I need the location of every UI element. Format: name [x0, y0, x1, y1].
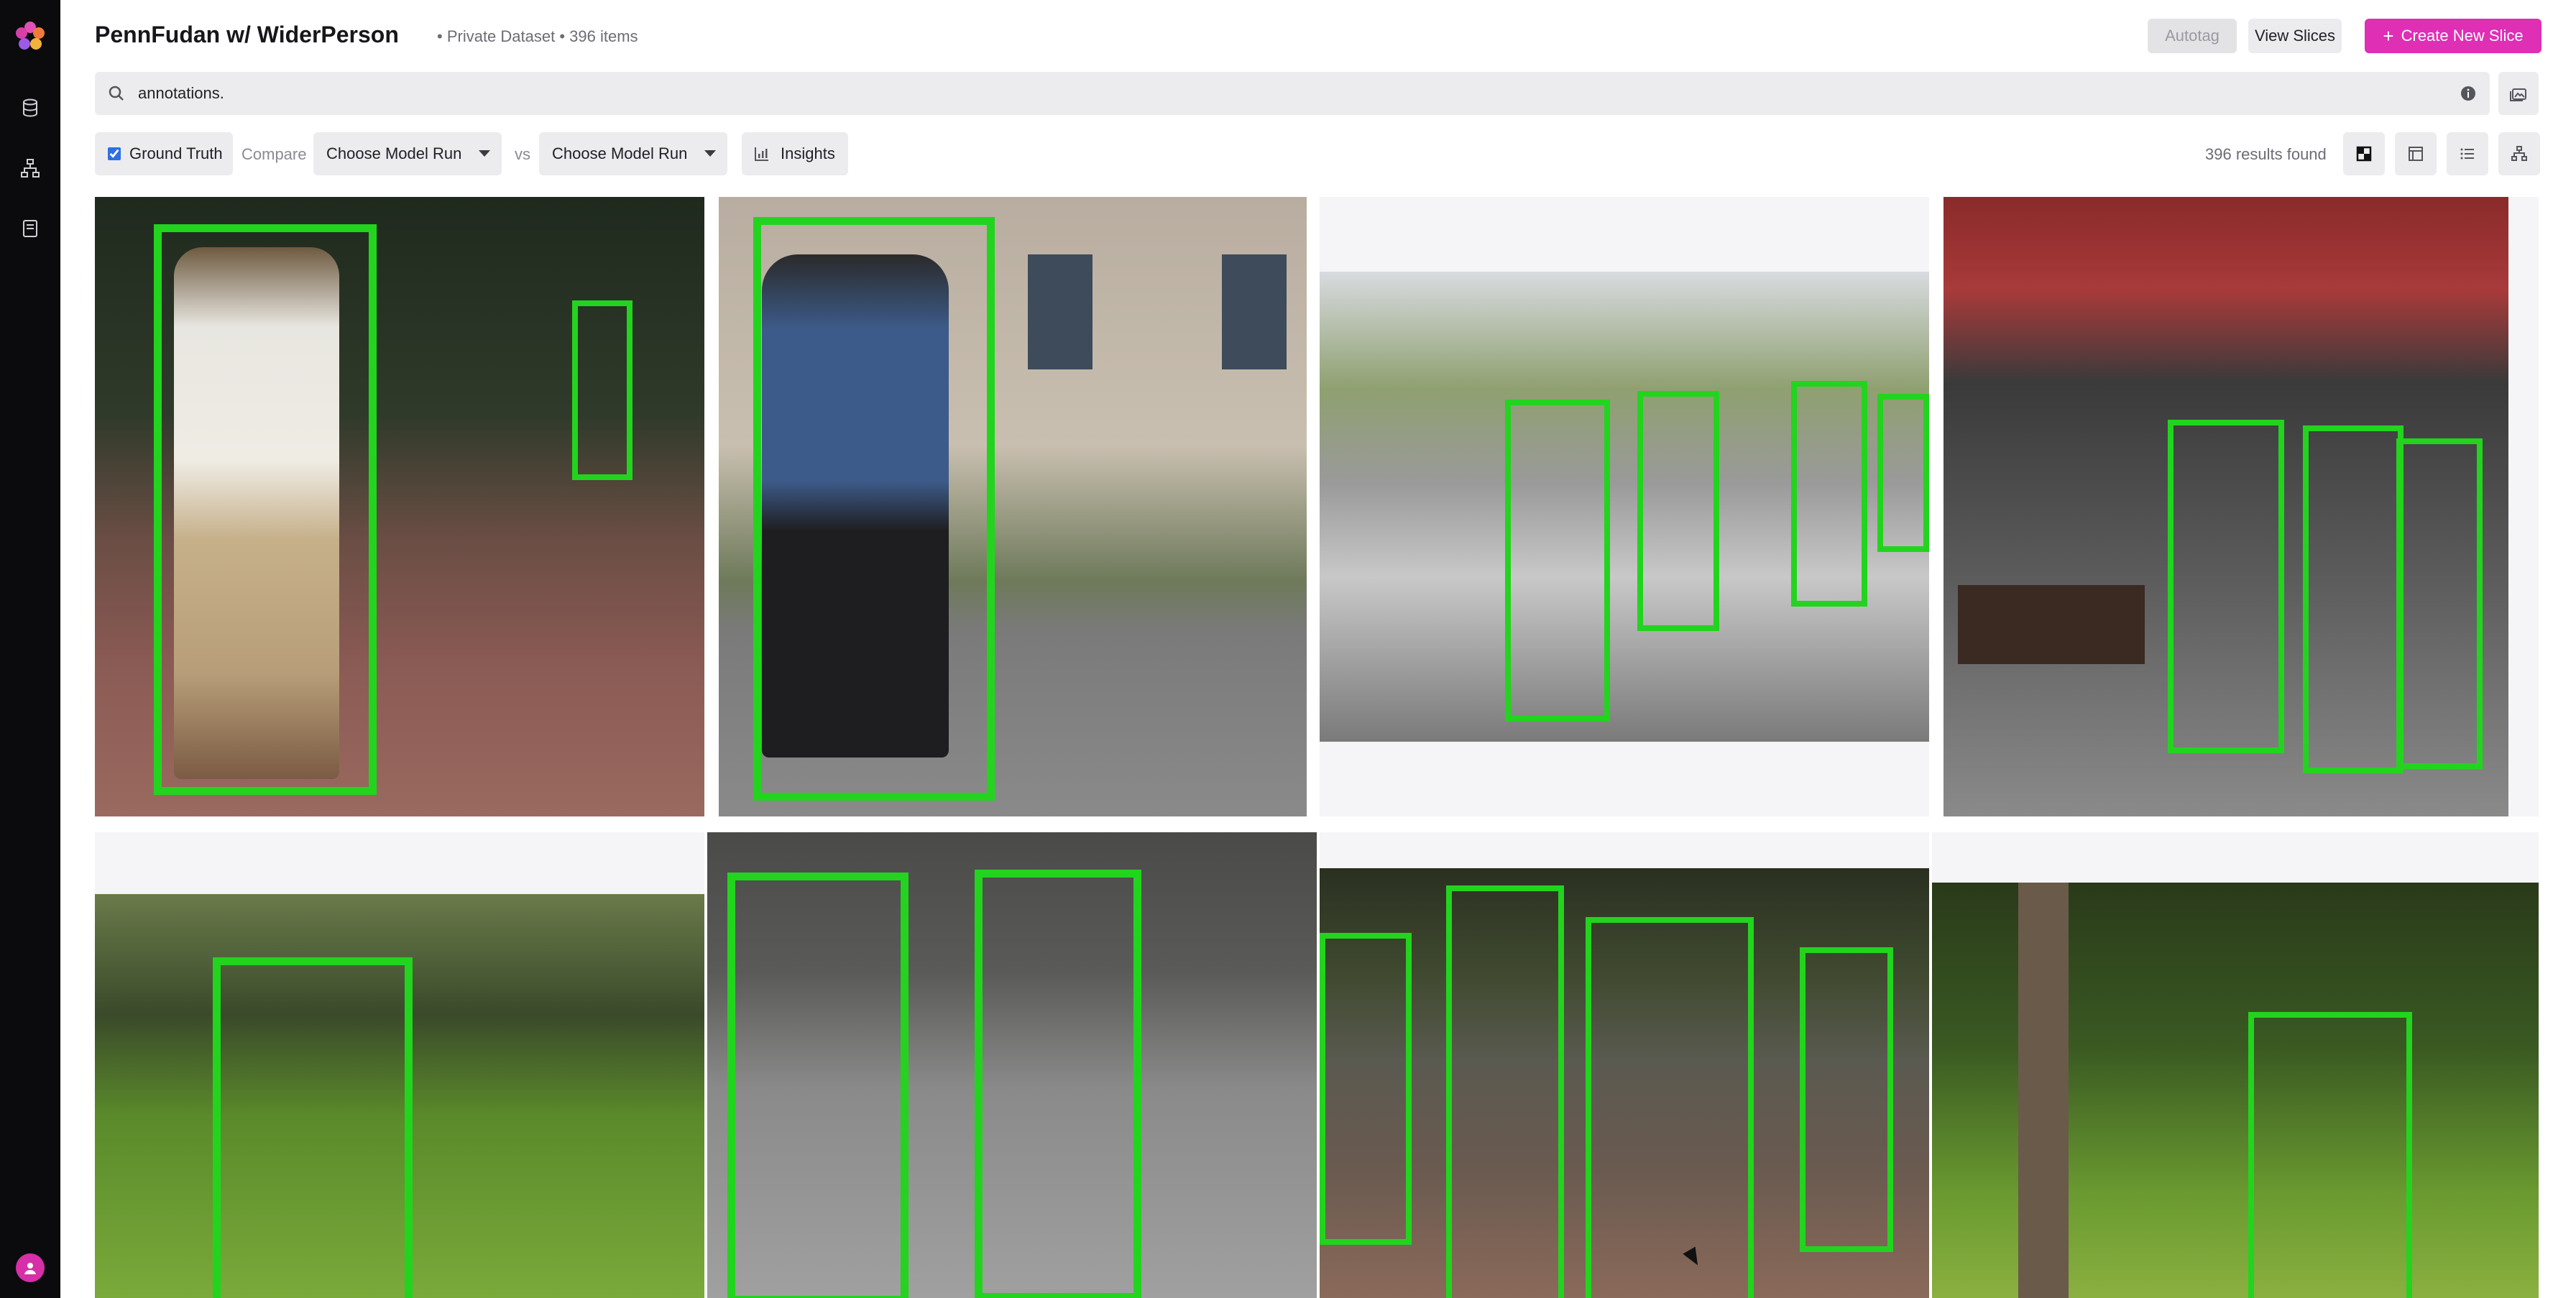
- annotation-box[interactable]: [1446, 885, 1564, 1298]
- toolbar: Ground Truth Compare Choose Model Run vs…: [95, 132, 2540, 175]
- annotation-box[interactable]: [753, 217, 995, 801]
- image-1: [95, 197, 704, 816]
- annotation-box[interactable]: [1791, 381, 1867, 607]
- model-run-select-2[interactable]: Choose Model Run: [539, 132, 727, 175]
- results-count: 396 results found: [2205, 145, 2327, 163]
- image-6: [707, 832, 1317, 1298]
- gallery-item[interactable]: [1320, 197, 1929, 816]
- grid-view-icon[interactable]: [2343, 132, 2385, 175]
- annotation-box[interactable]: [975, 870, 1141, 1298]
- annotation-box[interactable]: [2396, 438, 2483, 769]
- window: [1222, 254, 1287, 369]
- dataset-title: PennFudan w/ WiderPerson: [95, 22, 399, 47]
- image-5: [95, 894, 704, 1298]
- gallery-item[interactable]: [95, 197, 704, 816]
- gallery-item[interactable]: [707, 832, 1317, 1298]
- dataset-subtitle: • Private Dataset • 396 items: [437, 27, 638, 45]
- notebook-icon[interactable]: [14, 213, 46, 244]
- image-2: [719, 197, 1307, 816]
- annotation-box[interactable]: [1637, 391, 1719, 631]
- window: [1028, 254, 1092, 369]
- annotation-box[interactable]: [1877, 394, 1929, 552]
- gallery-item[interactable]: [95, 832, 704, 1298]
- hierarchy-icon[interactable]: [14, 152, 46, 184]
- image-8: [1932, 883, 2539, 1298]
- search-input[interactable]: [138, 84, 2447, 103]
- info-icon[interactable]: [2447, 85, 2490, 102]
- sidebar: [0, 0, 60, 1298]
- search-icon: [95, 85, 138, 102]
- annotation-box[interactable]: [154, 224, 377, 795]
- plus-icon: +: [2383, 24, 2394, 47]
- view-slices-button[interactable]: View Slices: [2248, 19, 2342, 53]
- chevron-down-icon: [479, 150, 490, 157]
- create-new-slice-button[interactable]: + Create New Slice: [2365, 19, 2542, 53]
- annotation-box[interactable]: [1505, 400, 1610, 722]
- ground-truth-toggle[interactable]: Ground Truth: [95, 132, 233, 175]
- gallery-item[interactable]: [1932, 832, 2539, 1298]
- vs-label: vs: [515, 145, 530, 163]
- image-7: [1320, 868, 1929, 1298]
- chevron-down-icon: [704, 150, 716, 157]
- single-view-icon[interactable]: [2395, 132, 2437, 175]
- user-avatar-icon[interactable]: [16, 1253, 45, 1282]
- image-4: [1944, 197, 2508, 816]
- header: PennFudan w/ WiderPerson • Private Datas…: [60, 0, 2576, 72]
- bar-chart-icon: [755, 147, 768, 161]
- search-bar: [95, 72, 2490, 115]
- annotation-box[interactable]: [572, 300, 632, 480]
- ground-truth-label: Ground Truth: [129, 144, 223, 162]
- ground-truth-checkbox[interactable]: [108, 147, 121, 160]
- gallery-item[interactable]: [1320, 832, 1929, 1298]
- insights-label: Insights: [781, 144, 835, 162]
- annotation-box[interactable]: [2248, 1012, 2412, 1298]
- dataset-icon[interactable]: [14, 92, 46, 124]
- gallery-item[interactable]: [719, 197, 1307, 816]
- model-run-select-1-label: Choose Model Run: [326, 144, 462, 162]
- create-new-slice-label: Create New Slice: [2401, 27, 2524, 45]
- tree-trunk: [2018, 883, 2069, 1298]
- annotation-box[interactable]: [2168, 420, 2284, 753]
- image-gallery: [95, 197, 2539, 1298]
- image-3: [1320, 272, 1929, 742]
- annotation-box[interactable]: [1320, 933, 1412, 1245]
- model-run-select-2-label: Choose Model Run: [552, 144, 688, 162]
- annotation-box[interactable]: [213, 957, 413, 1298]
- logo-icon[interactable]: [12, 19, 48, 55]
- app-root: PennFudan w/ WiderPerson • Private Datas…: [0, 0, 2576, 1298]
- bench: [1958, 585, 2145, 664]
- list-view-icon[interactable]: [2447, 132, 2488, 175]
- annotation-box[interactable]: [727, 873, 908, 1298]
- cluster-view-icon[interactable]: [2498, 132, 2540, 175]
- annotation-box[interactable]: [1586, 917, 1754, 1298]
- compare-label: Compare: [242, 145, 307, 163]
- gallery-view-icon[interactable]: [2498, 72, 2539, 115]
- model-run-select-1[interactable]: Choose Model Run: [313, 132, 502, 175]
- insights-button[interactable]: Insights: [742, 132, 848, 175]
- gallery-item[interactable]: [1944, 197, 2539, 816]
- annotation-box[interactable]: [2303, 425, 2404, 773]
- annotation-box[interactable]: [1800, 947, 1893, 1252]
- autotag-button[interactable]: Autotag: [2148, 19, 2237, 53]
